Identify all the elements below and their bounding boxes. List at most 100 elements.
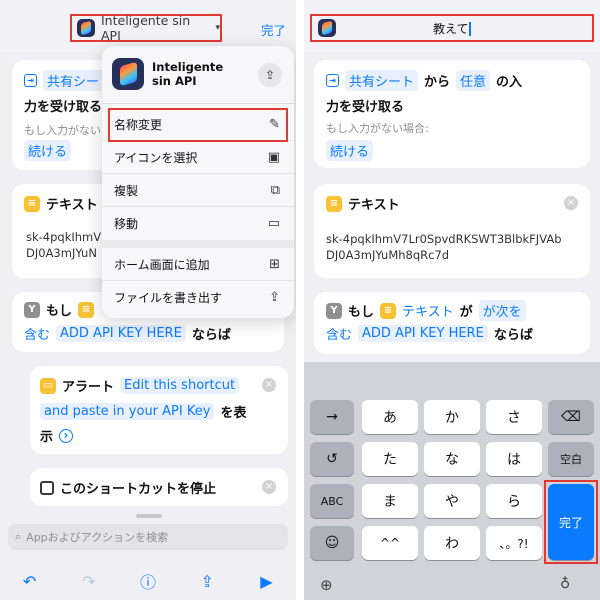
search-input[interactable]: ⌕ Appおよびアクションを検索 xyxy=(8,524,288,550)
key-ma[interactable]: ま xyxy=(362,484,418,518)
text-variable[interactable]: テキスト xyxy=(402,301,454,320)
card-text: 力を受け取る xyxy=(326,100,405,115)
key-kaomoji[interactable]: ^^ xyxy=(362,526,418,560)
text-icon: ≡ xyxy=(24,195,40,212)
card-title: テキスト xyxy=(348,198,400,213)
menu-item-add-home[interactable]: ホーム画面に追加 ⊞ xyxy=(102,248,294,281)
play-icon[interactable]: ▶ xyxy=(254,572,278,591)
menu-separator xyxy=(102,240,294,248)
any-param[interactable]: 任意 xyxy=(456,70,491,91)
variable-icon: ≡ xyxy=(380,302,397,319)
menu-title: Inteligente sin API xyxy=(152,60,224,88)
menu-item-move[interactable]: 移動 ▭ xyxy=(102,207,294,240)
api-key-text: DJ0A3mJYuN xyxy=(26,246,97,260)
shortcut-menu: Inteligente sin API ⇪ 名称変更 ✎ アイコンを選択 ▣ 複… xyxy=(102,46,294,318)
menu-item-label: ホーム画面に追加 xyxy=(114,257,210,272)
shortcut-icon xyxy=(112,58,144,90)
menu-item-label: アイコンを選択 xyxy=(114,150,198,165)
alert-card[interactable]: ▭ アラート Edit this shortcut and paste in y… xyxy=(30,366,288,454)
delete-icon[interactable]: × xyxy=(262,480,276,494)
delete-icon[interactable]: × xyxy=(564,196,578,210)
undo-icon[interactable]: ↶ xyxy=(18,572,42,591)
stop-icon xyxy=(40,480,54,495)
key-param[interactable]: ADD API KEY HERE xyxy=(358,325,488,342)
card-title: アラート xyxy=(62,380,115,395)
alert-icon: ▭ xyxy=(40,377,56,394)
space-key[interactable]: 空白 xyxy=(548,442,594,476)
key-a[interactable]: あ xyxy=(362,400,418,434)
card-text: ならば xyxy=(493,328,533,343)
globe-icon[interactable]: ⊕ xyxy=(320,576,333,594)
nav-bar: Inteligente sin API ▾ 完了 xyxy=(0,0,296,52)
key-ra[interactable]: ら xyxy=(486,484,542,518)
key-param[interactable]: ADD API KEY HERE xyxy=(56,325,186,342)
contains-param[interactable]: 含む xyxy=(24,324,50,343)
duplicate-icon: ⧉ xyxy=(270,182,280,198)
japanese-keyboard: → あ か さ ⌫ ↺ た な は 空白 ABC ま や ら ☺ ^^ わ 、。… xyxy=(304,362,600,600)
variable-icon: ≡ xyxy=(78,301,95,318)
nav-bar: 教えて xyxy=(304,0,600,52)
chevron-down-icon: ▾ xyxy=(215,23,220,33)
condition-param[interactable]: が次を xyxy=(478,300,526,321)
menu-item-export-file[interactable]: ファイルを書き出す ⇪ xyxy=(102,281,294,314)
card-text: 力を受け取る xyxy=(24,100,103,115)
share-icon[interactable]: ⇪ xyxy=(258,63,282,87)
receive-input-card[interactable]: ⇥ 共有シート から 任意 の入 力を受け取る もし入力がない場合: 続ける xyxy=(314,60,590,168)
input-icon: ⇥ xyxy=(24,74,37,87)
rename-highlight xyxy=(108,108,288,142)
key-na[interactable]: な xyxy=(424,442,480,476)
menu-item-choose-icon[interactable]: アイコンを選択 ▣ xyxy=(102,141,294,174)
microphone-icon[interactable]: ♁ xyxy=(560,576,570,592)
card-title: このショートカットを停止 xyxy=(60,482,217,497)
alert-message-param[interactable]: Edit this shortcut xyxy=(120,377,240,394)
if-icon: Y xyxy=(326,302,342,319)
stop-card[interactable]: このショートカットを停止 × xyxy=(30,468,288,506)
info-icon[interactable]: ⓘ xyxy=(136,569,160,593)
redo-icon[interactable]: ↷ xyxy=(77,572,101,591)
card-text: から xyxy=(424,75,451,90)
if-card[interactable]: Y もし ≡ テキスト が が次を 含む ADD API KEY HERE なら… xyxy=(314,292,590,354)
alert-message-param[interactable]: and paste in your API Key xyxy=(40,403,215,420)
share-icon: ⇪ xyxy=(269,290,280,305)
key-sa[interactable]: さ xyxy=(486,400,542,434)
text-card[interactable]: ≡ テキスト × sk-4pqkIhmV7Lr0SpvdRKSWT3BlbkFJ… xyxy=(314,184,590,278)
emoji-key[interactable]: ☺ xyxy=(310,526,354,560)
left-screen: Inteligente sin API ▾ 完了 ⇥ 共有シート から 力を受け… xyxy=(0,0,296,600)
search-icon: ⌕ xyxy=(15,530,22,543)
continue-param[interactable]: 続ける xyxy=(326,140,374,161)
folder-icon: ▭ xyxy=(267,216,280,231)
share-icon[interactable]: ⇪ xyxy=(195,572,219,591)
shortcut-title: Inteligente sin API xyxy=(101,13,191,43)
key-punctuation[interactable]: 、。?! xyxy=(486,526,542,560)
menu-item-duplicate[interactable]: 複製 ⧉ xyxy=(102,174,294,207)
backspace-key[interactable]: ⌫ xyxy=(548,400,594,434)
key-ta[interactable]: た xyxy=(362,442,418,476)
expand-icon[interactable]: › xyxy=(59,428,74,443)
text-icon: ≡ xyxy=(326,195,342,212)
contains-param[interactable]: 含む xyxy=(326,324,352,343)
key-ha[interactable]: は xyxy=(486,442,542,476)
card-text: ならば xyxy=(191,328,231,343)
undo-key[interactable]: ↺ xyxy=(310,442,354,476)
delete-icon[interactable]: × xyxy=(262,378,276,392)
share-sheet-param[interactable]: 共有シート xyxy=(345,70,419,91)
card-small-text: もし入力がない xyxy=(24,124,101,137)
key-ya[interactable]: や xyxy=(424,484,480,518)
card-text: の入 xyxy=(496,75,523,90)
text-caret xyxy=(469,22,471,36)
abc-key[interactable]: ABC xyxy=(310,484,354,518)
menu-item-label: 複製 xyxy=(114,183,139,198)
sheet-handle[interactable] xyxy=(136,514,162,518)
rename-field[interactable]: 教えて xyxy=(310,14,594,42)
done-button[interactable]: 完了 xyxy=(261,20,286,39)
done-highlight xyxy=(544,480,598,564)
key-ka[interactable]: か xyxy=(424,400,480,434)
card-text: が xyxy=(459,305,473,320)
card-text: もし xyxy=(46,304,73,319)
continue-param[interactable]: 続ける xyxy=(24,140,72,161)
key-arrow-right[interactable]: → xyxy=(310,400,354,434)
api-key-text: sk-4pqkIhmV7Lr0SpvdRKSWT3BlbkFJVAb xyxy=(326,232,562,246)
key-wa[interactable]: わ xyxy=(424,526,480,560)
shortcut-title-button[interactable]: Inteligente sin API ▾ xyxy=(70,13,222,43)
shortcut-icon xyxy=(77,19,95,37)
